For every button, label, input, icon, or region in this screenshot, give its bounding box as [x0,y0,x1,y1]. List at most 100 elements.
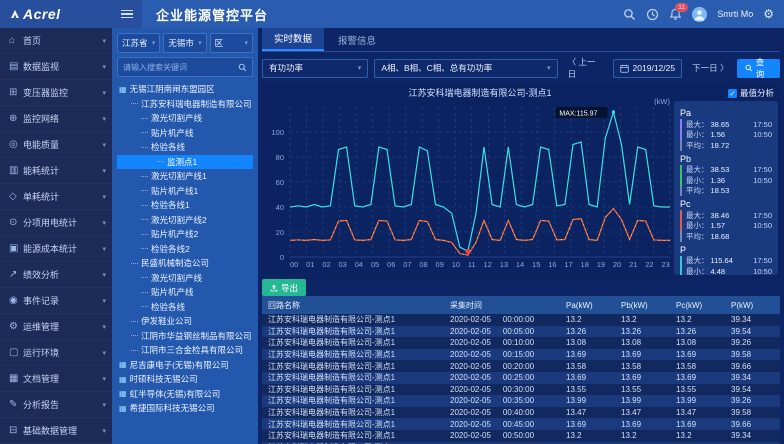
tree-item[interactable]: 检验各线 [117,300,253,315]
table-row: 江苏安科瑞电器制造有限公司-测点12020-02-0500:45:0013.69… [262,418,780,430]
cell-value: 13.2 [670,430,725,442]
tree-item[interactable]: ▦无锡江阴南闸东盟园区 [117,82,253,97]
tree-item[interactable]: 贴片机产线 [117,285,253,300]
cell-collect-time: 2020-02-0500:30:00 [444,384,560,396]
sidebar-item-runtime-environment[interactable]: ▢运行环境▾ [0,340,112,366]
bell-icon[interactable]: 11 [669,8,682,21]
ops-management-icon: ⚙ [9,321,23,332]
stat-time: 17:50 [753,211,772,220]
tab-alarm-info[interactable]: 报警信息 [326,30,388,51]
tree-item[interactable]: ▦时硕科技无锡公司 [117,372,253,387]
stat-label: 平均： [686,231,709,242]
stat-time: 10:50 [753,130,772,139]
sidebar-item-monitoring-network[interactable]: ⊕监控网络▾ [0,106,112,132]
max-analysis-checkbox[interactable]: ✓最值分析 [728,87,774,99]
chevron-down-icon: ▾ [102,89,106,97]
cell-value: 13.58 [560,360,615,372]
tree-item-label: 希捷国际科技无锡公司 [130,402,215,414]
tree-search-input[interactable] [123,63,238,72]
x-tick-label: 03 [339,260,347,269]
next-day-button[interactable]: 下一日 〉 [688,60,731,76]
cell-value: 13.26 [670,326,725,338]
x-tick-label: 22 [645,260,653,269]
sidebar-item-data-monitoring[interactable]: ▤数据监视▾ [0,54,112,80]
tree-item[interactable]: 江阴市华益钢丝制品有限公司 [117,329,253,344]
device-tree-panel: 江苏省▾ 无锡市▾ 区▾ ▦无锡江阴南闸东盟园区江苏安科瑞电器制造有限公司激光切… [112,28,258,444]
sidebar-item-performance-analysis[interactable]: ↗绩效分析▾ [0,262,112,288]
search-icon[interactable] [623,8,636,21]
tree-item[interactable]: 检验各线1 [117,198,253,213]
x-tick-label: 04 [355,260,363,269]
tree-item[interactable]: 贴片机产线1 [117,184,253,199]
clock-icon[interactable] [646,8,659,21]
tree-search [117,57,253,77]
phase-select[interactable]: A相、B相、C相、总有功功率▾ [374,59,557,78]
tree-item[interactable]: 激光切割产线 [117,111,253,126]
user-name[interactable]: Smrti Mo [717,9,753,19]
tab-realtime-data[interactable]: 实时数据 [262,28,324,51]
gear-icon[interactable]: ⚙ [763,7,774,21]
tree-item[interactable]: ▦希捷国际科技无锡公司 [117,401,253,416]
chevron-down-icon: ▾ [198,39,202,47]
search-icon[interactable] [238,63,247,72]
query-button[interactable]: 查询 [737,59,780,78]
district-select[interactable]: 区▾ [210,33,253,53]
stat-row: 最小：4.4810:50 [680,266,772,275]
cell-value: 13.69 [615,372,670,384]
sidebar-item-document-management[interactable]: ▦文档管理▾ [0,366,112,392]
tree-item[interactable]: 贴片机产线 [117,126,253,141]
cell-date: 2020-02-05 [450,373,491,382]
stat-value: 38.65 [711,120,730,129]
tree-item[interactable]: 江阴市三合金检具有限公司 [117,343,253,358]
sidebar-item-event-log[interactable]: ◉事件记录▾ [0,288,112,314]
tree-item[interactable]: 激光切割产线1 [117,169,253,184]
chevron-down-icon: ▾ [102,323,106,331]
export-button[interactable]: 导出 [262,279,306,296]
cell-collect-time: 2020-02-0500:20:00 [444,360,560,372]
parameter-select[interactable]: 有功功率▾ [262,59,368,78]
basic-data-management-icon: ⊟ [9,425,23,436]
avatar[interactable] [692,7,707,22]
stat-label: 最大： [686,164,709,175]
cell-value: 39.54 [725,384,780,396]
tree-item[interactable]: ▦尼吉康电子(无锡)有限公司 [117,358,253,373]
chevron-down-icon: ▾ [102,401,106,409]
sidebar-item-transformer-monitoring[interactable]: ⊞变压器监控▾ [0,80,112,106]
chevron-down-icon: ▾ [547,64,551,72]
sidebar-item-home[interactable]: ⌂首页▾ [0,28,112,54]
tree-item[interactable]: ▦虹半导体(无锡)有限公司 [117,387,253,402]
cell-collect-time: 2020-02-0500:45:00 [444,418,560,430]
tree-item[interactable]: 监测点1 [117,155,253,170]
chart-unit-label: (kW) [290,97,670,106]
tree-item[interactable]: 检验各线2 [117,242,253,257]
date-picker[interactable]: 2019/12/25 [613,59,683,78]
tree-item[interactable]: 激光切割产线 [117,271,253,286]
tree-item[interactable]: 激光切割产线2 [117,213,253,228]
sidebar-item-basic-data-management[interactable]: ⊟基础数据管理▾ [0,418,112,444]
cell-date: 2020-02-05 [450,327,491,336]
province-select[interactable]: 江苏省▾ [117,33,160,53]
city-select[interactable]: 无锡市▾ [163,33,206,53]
stat-value: 4.48 [711,267,726,275]
sidebar-item-power-quality[interactable]: ◎电能质量▾ [0,132,112,158]
hamburger-menu-icon[interactable] [112,0,142,28]
sidebar-item-energy-cost-stats[interactable]: ▣能源成本统计▾ [0,236,112,262]
stat-label: 最大： [686,119,709,130]
cell-time: 00:20:00 [503,362,534,371]
tree-item[interactable]: 伊发鞋业公司 [117,314,253,329]
sidebar-item-energy-consumption-stats[interactable]: ▥能耗统计▾ [0,158,112,184]
chevron-down-icon: ▾ [358,64,362,72]
sidebar-item-analysis-report[interactable]: ✎分析报告▾ [0,392,112,418]
stat-time: 10:50 [753,176,772,185]
sidebar-item-subentry-power-stats[interactable]: ⊙分项用电统计▾ [0,210,112,236]
sidebar-item-ops-management[interactable]: ⚙运维管理▾ [0,314,112,340]
cell-value: 13.69 [560,418,615,430]
tree-item[interactable]: 检验各线 [117,140,253,155]
tree-item[interactable]: 江苏安科瑞电器制造有限公司 [117,97,253,112]
sidebar-item-label: 能耗统计 [23,164,102,177]
tree-item[interactable]: 贴片机产线2 [117,227,253,242]
header-actions: 11 Smrti Mo ⚙ [623,7,784,22]
sidebar-item-unit-consumption-stats[interactable]: ◇单耗统计▾ [0,184,112,210]
tree-item[interactable]: 民盛机械制造公司 [117,256,253,271]
prev-day-button[interactable]: 〈 上一日 [564,54,607,82]
